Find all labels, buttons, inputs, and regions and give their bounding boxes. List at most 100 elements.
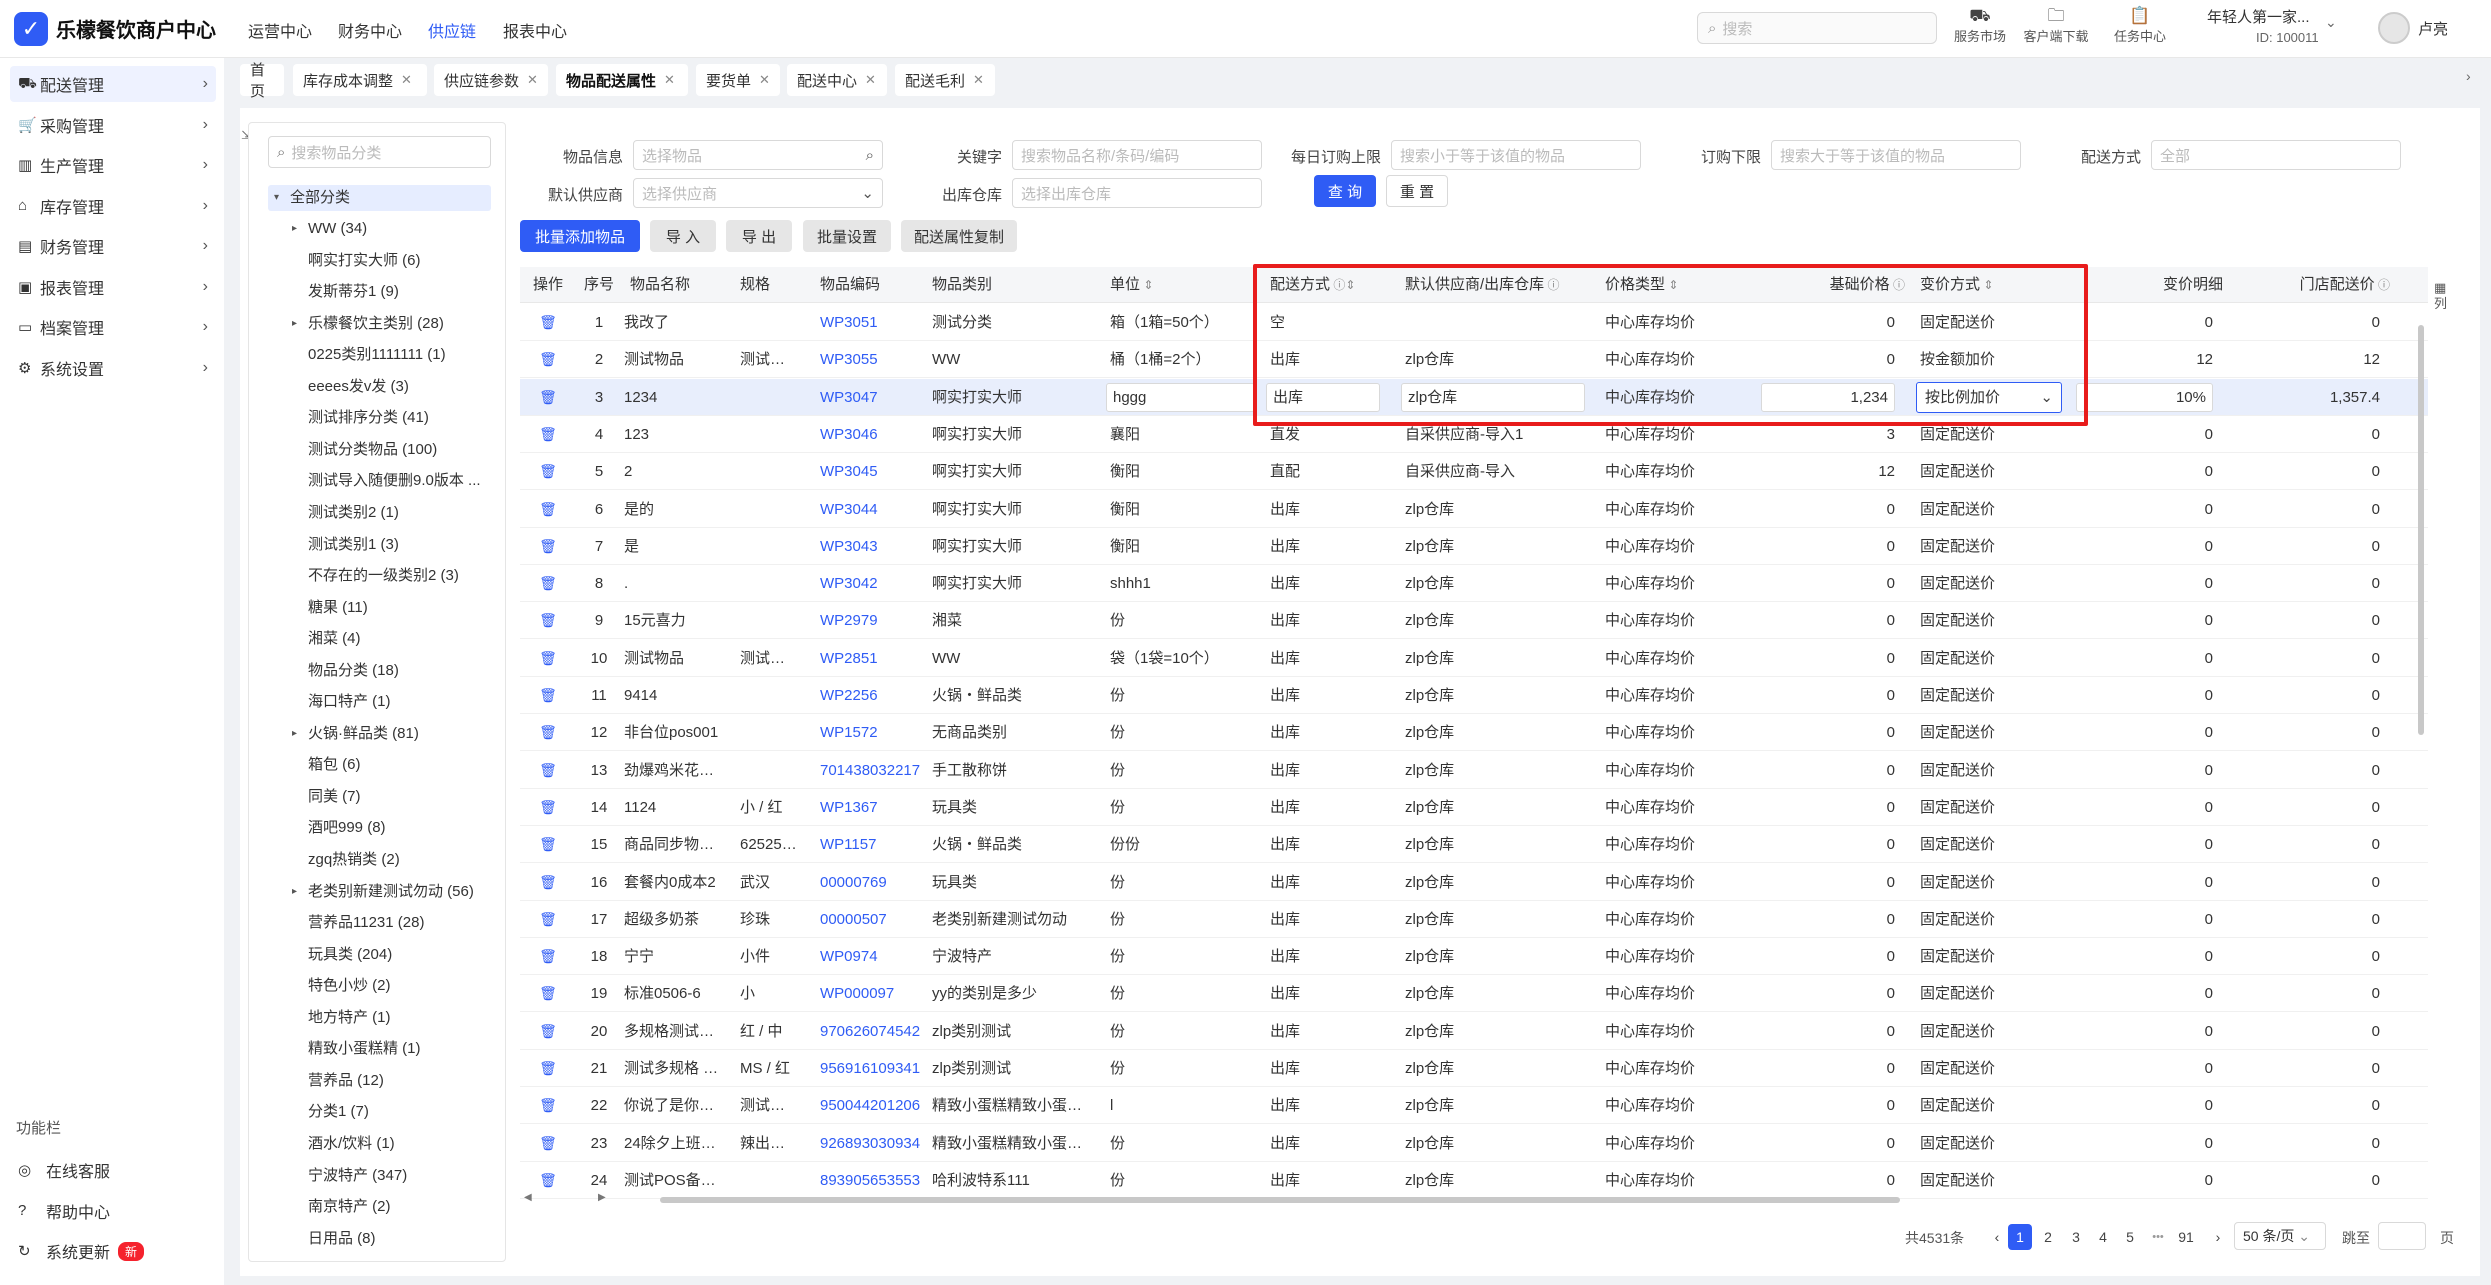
column-header-price_type[interactable]: 价格类型 ⇕	[1605, 267, 1760, 303]
tree-node[interactable]: ▸ 老类别新建测试勿动 (56)	[292, 881, 492, 903]
tree-node[interactable]: 糖果 (11)	[292, 597, 492, 619]
tree-node[interactable]: 测试导入随便删9.0版本 ...	[292, 470, 492, 492]
sort-icon[interactable]: ⇕	[1140, 278, 1153, 292]
delete-icon[interactable]: 🗑	[528, 864, 568, 901]
cell-code[interactable]: WP3043	[820, 528, 926, 565]
cell-code[interactable]: 00000769	[820, 864, 926, 901]
sidebar-item[interactable]: ▤ 财务管理 ›	[10, 228, 216, 264]
supplier-input[interactable]: 选择供应商 ⌄	[633, 178, 883, 208]
cell-code[interactable]: 893905653553	[820, 1162, 926, 1199]
tab[interactable]: 要货单 ✕	[696, 64, 780, 96]
column-header-detail[interactable]: 变价明细	[2080, 267, 2223, 303]
caret-right-icon[interactable]: ▸	[292, 881, 297, 903]
delete-icon[interactable]: 🗑	[528, 901, 568, 938]
delete-icon[interactable]: 🗑	[528, 1087, 568, 1124]
next-page-icon[interactable]: ›	[2206, 1224, 2230, 1250]
column-header-code[interactable]: 物品编码	[820, 267, 926, 303]
close-icon[interactable]: ✕	[865, 72, 876, 88]
column-header-base_price[interactable]: 基础价格 ⓘ	[1765, 267, 1905, 303]
column-header-name[interactable]: 物品名称	[630, 267, 740, 303]
delete-icon[interactable]: 🗑	[528, 1125, 568, 1162]
global-search-input[interactable]: ⌕ 搜索	[1697, 12, 1937, 44]
delete-icon[interactable]: 🗑	[528, 1013, 568, 1050]
delete-icon[interactable]: 🗑	[528, 752, 568, 789]
cell-code[interactable]: 701438032217	[820, 752, 926, 789]
topnav-item[interactable]: 供应链	[428, 18, 476, 42]
cell-base_price-input[interactable]: 1,234	[1761, 382, 1895, 412]
user-name[interactable]: 卢亮	[2418, 18, 2448, 39]
sidebar-item[interactable]: ▭ 档案管理 ›	[10, 309, 216, 345]
delete-icon[interactable]: 🗑	[528, 826, 568, 863]
tree-node[interactable]: zgq热销类 (2)	[292, 849, 492, 871]
tree-node[interactable]: 啊实打实大师 (6)	[292, 250, 492, 272]
close-icon[interactable]: ✕	[973, 72, 984, 88]
tree-node[interactable]: 宁波特产 (347)	[292, 1165, 492, 1187]
column-header-store_price[interactable]: 门店配送价 ⓘ	[2235, 267, 2390, 303]
tree-node[interactable]: 酒吧999 (8)	[292, 817, 492, 839]
store-name[interactable]: 年轻人第一家...	[2207, 6, 2310, 27]
column-header-category[interactable]: 物品类别	[932, 267, 1102, 303]
tree-node[interactable]: 精致小蛋糕精 (1)	[292, 1038, 492, 1060]
column-header-op[interactable]: 操作	[528, 267, 568, 303]
tree-node[interactable]: 日用品 (8)	[292, 1228, 492, 1250]
cell-code[interactable]: WP000097	[820, 975, 926, 1012]
tree-node[interactable]: 地方特产 (1)	[292, 1007, 492, 1029]
delete-icon[interactable]: 🗑	[528, 491, 568, 528]
tree-root[interactable]: ▾ 全部分类	[268, 185, 491, 211]
tree-node[interactable]: 测试类别2 (1)	[292, 502, 492, 524]
markup-select[interactable]: 按比例加价 ⌄	[1916, 381, 2062, 413]
tab[interactable]: 库存成本调整 ✕	[293, 64, 427, 96]
tree-node[interactable]: 同美 (7)	[292, 786, 492, 808]
cell-code[interactable]: WP3047	[820, 379, 926, 416]
cell-unit-input[interactable]: hggg	[1106, 382, 1255, 412]
app-logo-icon[interactable]: ✓	[14, 12, 48, 46]
close-icon[interactable]: ✕	[759, 72, 770, 88]
page-button[interactable]: 1	[2008, 1224, 2032, 1250]
query-button[interactable]: 查 询	[1314, 175, 1376, 207]
cell-code[interactable]: 956916109341	[820, 1050, 926, 1087]
sidebar-item[interactable]: 🛒 采购管理 ›	[10, 107, 216, 143]
category-search-input[interactable]: ⌕ 搜索物品分类	[268, 136, 491, 168]
sort-icon[interactable]: ⓘ⇕	[1330, 278, 1355, 292]
tree-node[interactable]: 南京特产 (2)	[292, 1196, 492, 1218]
avatar[interactable]	[2378, 12, 2410, 44]
vertical-scrollbar[interactable]	[2418, 325, 2424, 735]
cell-code[interactable]: 950044201206	[820, 1087, 926, 1124]
caret-right-icon[interactable]: ▸	[292, 313, 297, 335]
cell-code[interactable]: WP1367	[820, 789, 926, 826]
delete-icon[interactable]: 🗑	[528, 789, 568, 826]
cell-code[interactable]: WP2851	[820, 640, 926, 677]
delete-icon[interactable]: 🗑	[528, 453, 568, 490]
close-icon[interactable]: ✕	[527, 72, 538, 88]
tree-node[interactable]: 测试类别1 (3)	[292, 534, 492, 556]
caret-right-icon[interactable]: ▸	[292, 723, 297, 745]
tab-scroll-right-icon[interactable]: ›	[2466, 68, 2471, 84]
cell-code[interactable]: WP3045	[820, 453, 926, 490]
function-item[interactable]: ? 帮助中心	[18, 1199, 110, 1223]
cell-supplier-input[interactable]: zlp仓库	[1401, 382, 1585, 412]
tree-node[interactable]: 物品分类 (18)	[292, 660, 492, 682]
cell-detail-input[interactable]: 10%	[2076, 382, 2213, 412]
sidebar-item[interactable]: ▥ 生产管理 ›	[10, 147, 216, 183]
tab[interactable]: 配送毛利 ✕	[895, 64, 995, 96]
column-header-seq[interactable]: 序号	[574, 267, 624, 303]
tree-node[interactable]: 分类1 (7)	[292, 1101, 492, 1123]
tree-node[interactable]: 湘菜 (4)	[292, 628, 492, 650]
delete-icon[interactable]: 🗑	[528, 416, 568, 453]
daily_max-input[interactable]: 搜索小于等于该值的物品	[1391, 140, 1641, 170]
column-header-spec[interactable]: 规格	[740, 267, 798, 303]
cell-code[interactable]: WP3055	[820, 341, 926, 378]
batch-set-button[interactable]: 批量设置	[803, 220, 891, 252]
delete-icon[interactable]: 🗑	[528, 528, 568, 565]
caret-down-icon[interactable]: ▾	[274, 185, 279, 211]
scroll-right-icon[interactable]: ▶	[598, 1192, 606, 1203]
tree-node[interactable]: 箱包 (6)	[292, 754, 492, 776]
column-header-method[interactable]: 配送方式 ⓘ⇕	[1270, 267, 1390, 303]
sidebar-item[interactable]: ▣ 报表管理 ›	[10, 269, 216, 305]
delete-icon[interactable]: 🗑	[528, 714, 568, 751]
copy-attributes-button[interactable]: 配送属性复制	[901, 220, 1017, 252]
delete-icon[interactable]: 🗑	[528, 938, 568, 975]
tree-node[interactable]: 不存在的一级类别2 (3)	[292, 565, 492, 587]
tab[interactable]: 配送中心 ✕	[787, 64, 887, 96]
delete-icon[interactable]: 🗑	[528, 1050, 568, 1087]
